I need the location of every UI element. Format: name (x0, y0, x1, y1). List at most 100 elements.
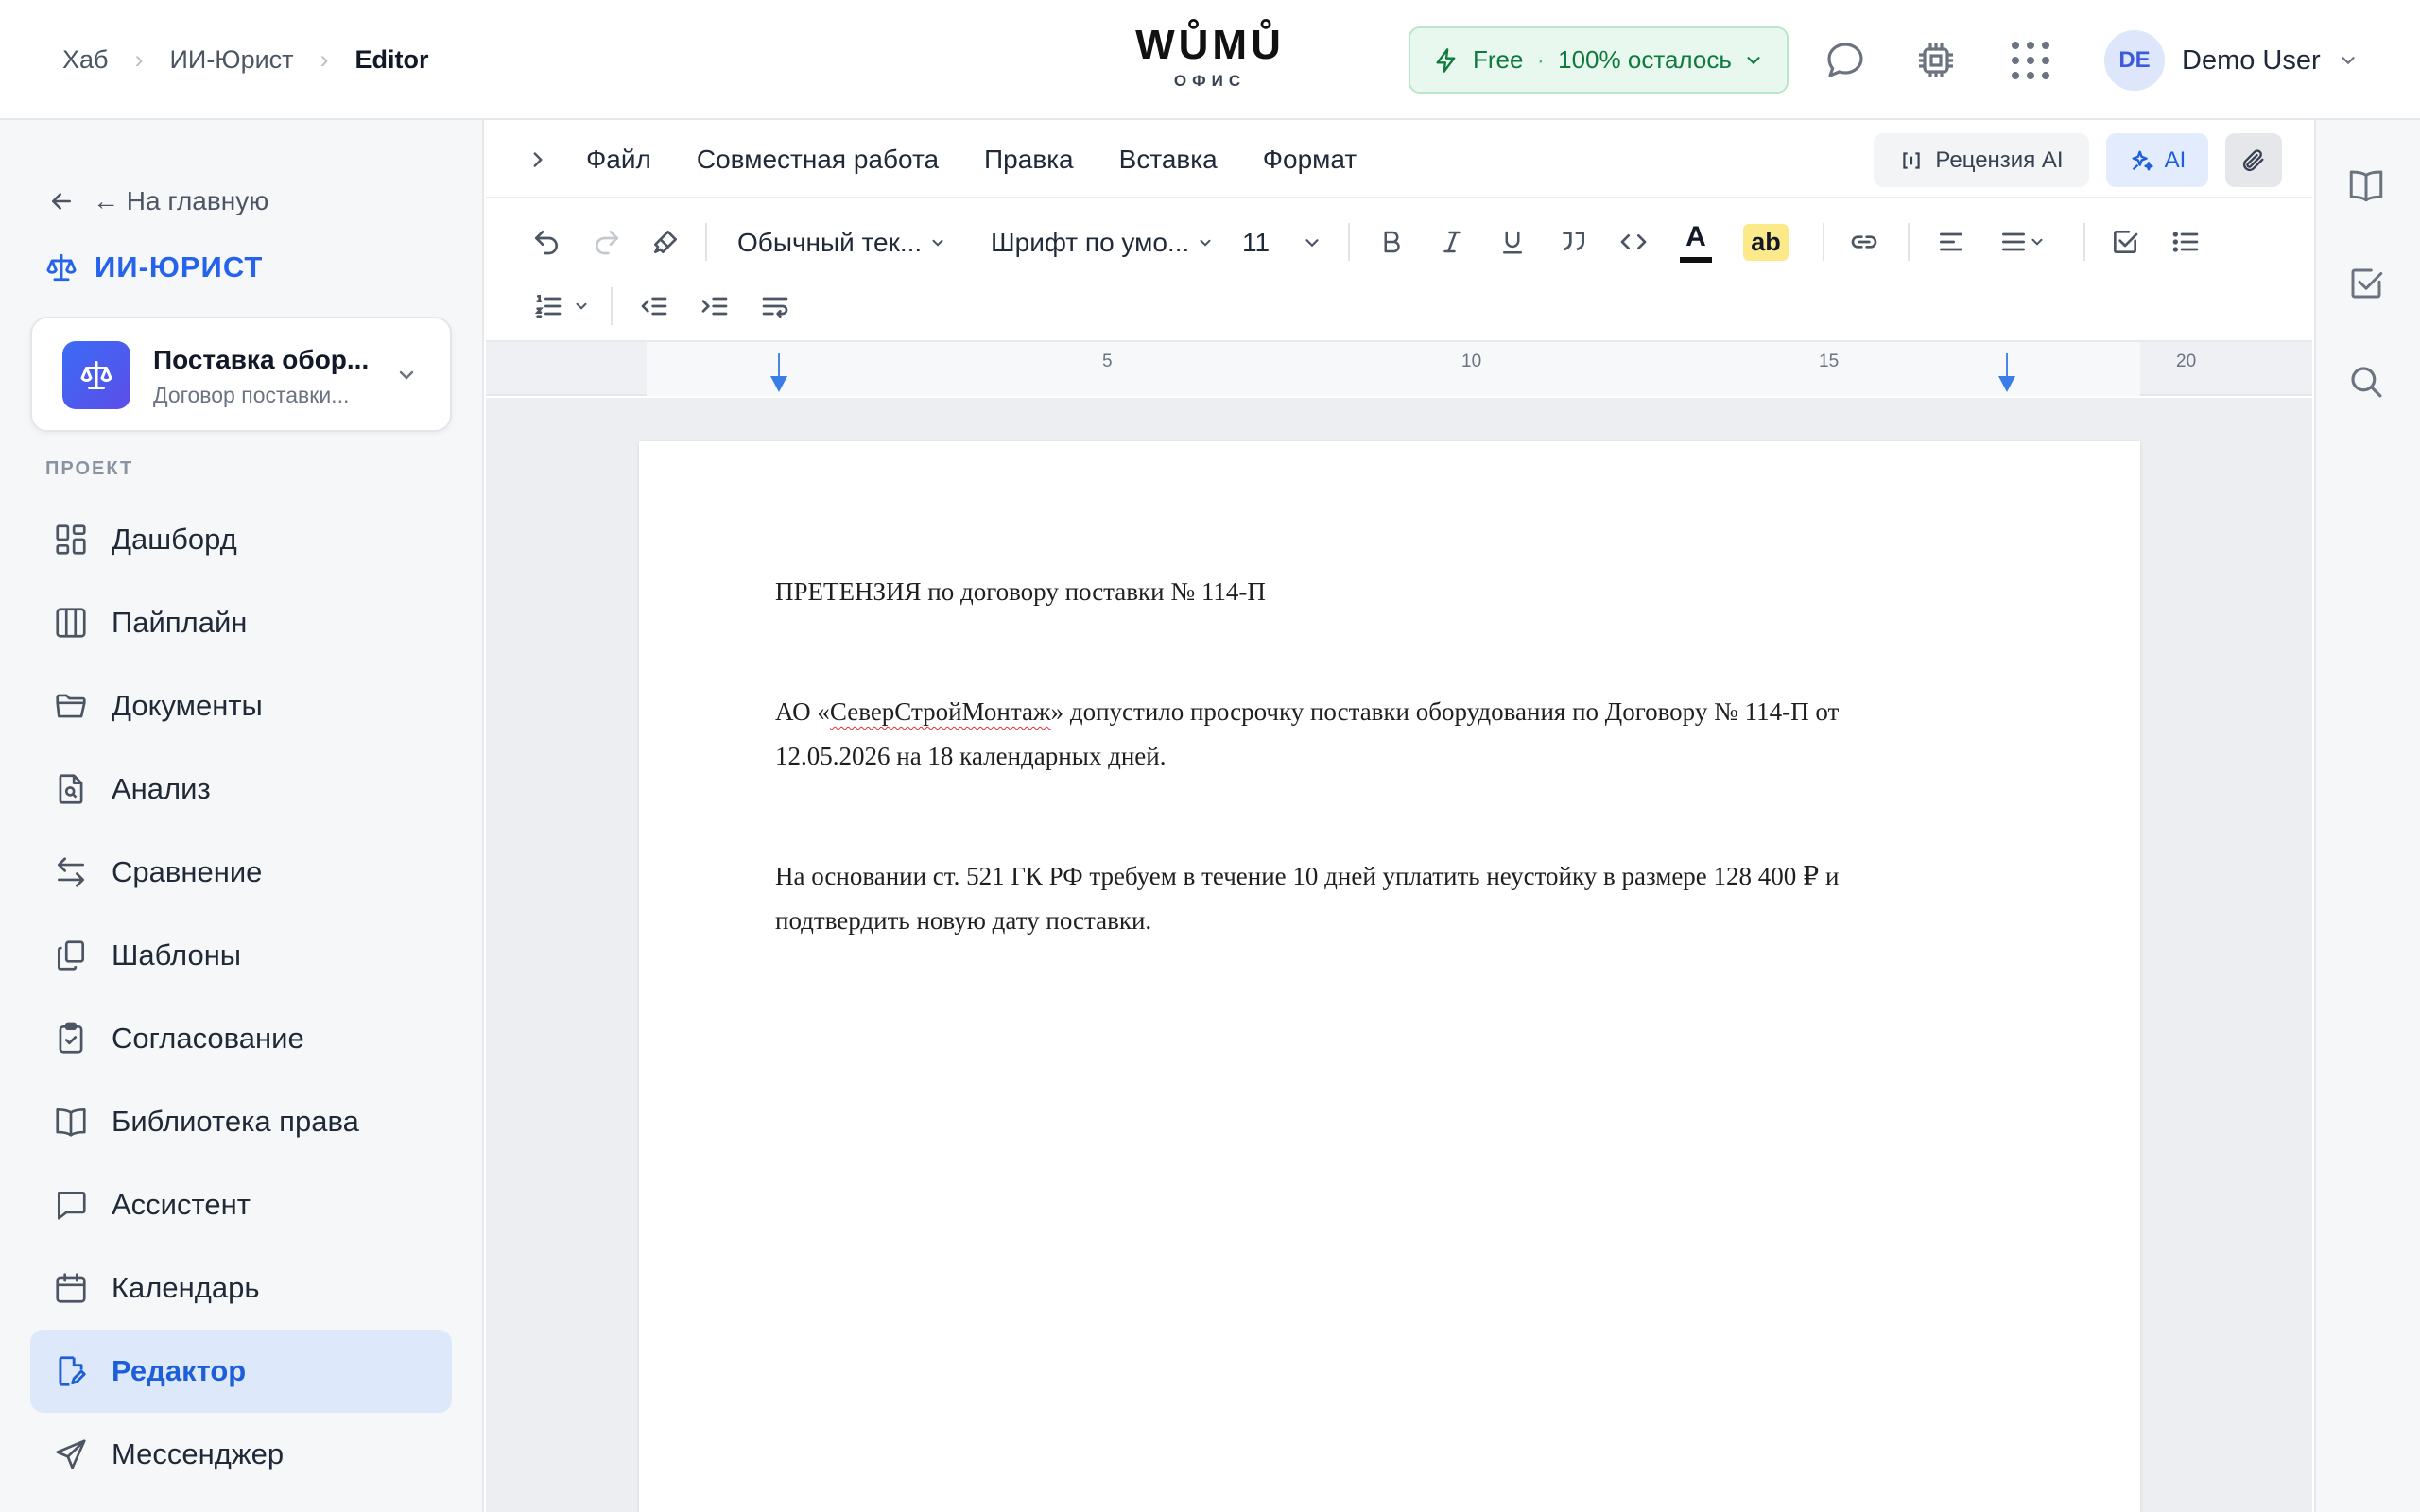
sidebar-item-label: Сравнение (112, 855, 263, 888)
format-painter-icon[interactable] (643, 219, 688, 265)
sidebar-item-assistant[interactable]: Ассистент (30, 1163, 452, 1246)
right-rail (2314, 120, 2420, 1512)
plan-status: 100% осталось (1558, 45, 1732, 74)
left-indent-marker[interactable] (778, 353, 780, 376)
ruler-label: 5 (1102, 352, 1113, 371)
plan-name: Free (1473, 45, 1524, 74)
document-paragraph[interactable]: АО «СеверСтройМонтаж» допустило просрочк… (775, 690, 1910, 779)
text-color-swatch (1680, 257, 1712, 263)
toolbar-divider (1348, 223, 1350, 261)
document-paragraph[interactable]: На основании ст. 521 ГК РФ требуем в теч… (775, 854, 1910, 943)
text-color-button[interactable]: A (1673, 214, 1719, 272)
sidebar-item-label: Шаблоны (112, 938, 242, 971)
breadcrumb-hub[interactable]: Хаб (62, 45, 109, 75)
sidebar-item-dashboard[interactable]: Дашборд (30, 498, 452, 581)
highlight-button[interactable]: ab (1739, 219, 1792, 265)
sidebar-item-documents[interactable]: Документы (30, 664, 452, 747)
align-left-icon[interactable] (1928, 219, 1974, 265)
link-icon[interactable] (1841, 219, 1887, 265)
chevron-down-icon (573, 298, 590, 315)
document-body[interactable]: ПРЕТЕНЗИЯ по договору поставки № 114-П А… (775, 570, 1910, 1019)
checkbox-icon[interactable] (2346, 264, 2392, 309)
misspelled-word[interactable]: СеверСтройМонтаж (830, 697, 1051, 726)
sidebar-item-messenger[interactable]: Мессенджер (30, 1413, 452, 1496)
numbered-list-select[interactable] (524, 284, 599, 329)
sidebar-item-label: Мессенджер (112, 1437, 285, 1470)
breadcrumb-separator: › (134, 45, 144, 74)
breadcrumb-separator: › (320, 45, 329, 74)
dashboard-icon (53, 522, 112, 558)
sidebar-item-law-library[interactable]: Библиотека права (30, 1080, 452, 1163)
ai-button[interactable]: AI (2106, 133, 2208, 187)
sidebar-item-analysis[interactable]: Анализ (30, 747, 452, 831)
sidebar-item-calendar[interactable]: Календарь (30, 1246, 452, 1330)
indent-icon[interactable] (692, 284, 737, 329)
sidebar-item-editor[interactable]: Редактор (30, 1330, 452, 1413)
checklist-icon[interactable] (2102, 219, 2148, 265)
paragraph-style-select[interactable]: Обычный тек... (737, 221, 946, 265)
book-icon[interactable] (2346, 165, 2392, 211)
chevron-down-icon (2338, 50, 2359, 71)
message-icon (53, 1187, 112, 1223)
toolbar-divider (611, 287, 613, 325)
menu-collaboration[interactable]: Совместная работа (697, 145, 939, 175)
font-family-value: Шрифт по умо... (991, 228, 1190, 257)
breadcrumb-ai-lawyer[interactable]: ИИ-Юрист (170, 45, 294, 75)
ruler-bar: 5 10 15 20 (486, 342, 2312, 396)
document-page[interactable]: ПРЕТЕНЗИЯ по договору поставки № 114-П А… (639, 441, 2140, 1512)
project-selector[interactable]: Поставка обор... Договор поставки... (30, 317, 452, 432)
font-family-select[interactable]: Шрифт по умо... (991, 221, 1214, 265)
document-title[interactable]: ПРЕТЕНЗИЯ по договору поставки № 114-П (775, 570, 1910, 614)
undo-icon[interactable] (524, 219, 569, 265)
outdent-icon[interactable] (631, 284, 677, 329)
breadcrumb-current: Editor (354, 45, 429, 74)
sidebar-item-label: Дашборд (112, 523, 237, 556)
ai-review-label: Рецензия AI (1935, 146, 2064, 173)
italic-icon[interactable] (1429, 219, 1475, 265)
menu-insert[interactable]: Вставка (1119, 145, 1218, 175)
sidebar-item-templates[interactable]: Шаблоны (30, 914, 452, 997)
ai-review-button[interactable]: Рецензия AI (1874, 133, 2089, 187)
calendar-icon (53, 1270, 112, 1306)
logo-word: WŮMŮ (1135, 22, 1285, 68)
menu-file[interactable]: Файл (586, 145, 651, 175)
line-spacing-select[interactable] (1989, 219, 2055, 265)
apps-grid-icon[interactable] (2008, 38, 2053, 83)
paragraph-style-value: Обычный тек... (737, 228, 923, 257)
right-indent-handle[interactable] (1998, 376, 2015, 392)
menu-edit[interactable]: Правка (984, 145, 1074, 175)
plan-usage-pill[interactable]: Free · 100% осталось (1409, 26, 1789, 94)
bold-icon[interactable] (1369, 219, 1414, 265)
sidebar-item-pipeline[interactable]: Пайплайн (30, 581, 452, 664)
text-wrap-icon[interactable] (752, 284, 798, 329)
left-sidebar: ← На главную ИИ-ЮРИСТ Поставка обор... Д… (0, 120, 484, 1512)
line-spacing-icon (1998, 227, 2029, 257)
arrow-left-icon (47, 187, 93, 215)
chevron-right-icon[interactable] (526, 147, 550, 172)
underline-icon[interactable] (1490, 219, 1535, 265)
ai-label: AI (2164, 146, 2187, 173)
search-icon[interactable] (2346, 362, 2392, 407)
left-indent-handle[interactable] (770, 376, 787, 392)
user-menu[interactable]: DE Demo User (2104, 28, 2359, 93)
chevron-down-icon (932, 239, 943, 247)
right-indent-marker[interactable] (2006, 353, 2008, 376)
book-icon (53, 1104, 112, 1140)
sidebar-item-approval[interactable]: Согласование (30, 997, 452, 1080)
back-to-home-link[interactable]: ← На главную (47, 186, 268, 216)
section-label: ПРОЕКТ (45, 458, 134, 479)
ruler-label: 15 (1819, 352, 1840, 371)
menu-format[interactable]: Формат (1263, 145, 1357, 175)
redo-icon[interactable] (584, 219, 630, 265)
attach-button[interactable] (2225, 133, 2282, 187)
ruler[interactable]: 5 10 15 20 (647, 342, 2196, 396)
font-size-select[interactable]: 11 (1242, 221, 1322, 265)
sidebar-item-comparison[interactable]: Сравнение (30, 831, 452, 914)
chip-icon[interactable] (1913, 38, 1959, 83)
ruler-label: 10 (1461, 352, 1482, 371)
code-icon[interactable] (1611, 219, 1656, 265)
app-logo[interactable]: WŮMŮ ОФИС (1125, 23, 1295, 91)
bullet-list-icon[interactable] (2163, 219, 2208, 265)
blockquote-icon[interactable] (1550, 219, 1596, 265)
chat-icon[interactable] (1823, 38, 1868, 83)
